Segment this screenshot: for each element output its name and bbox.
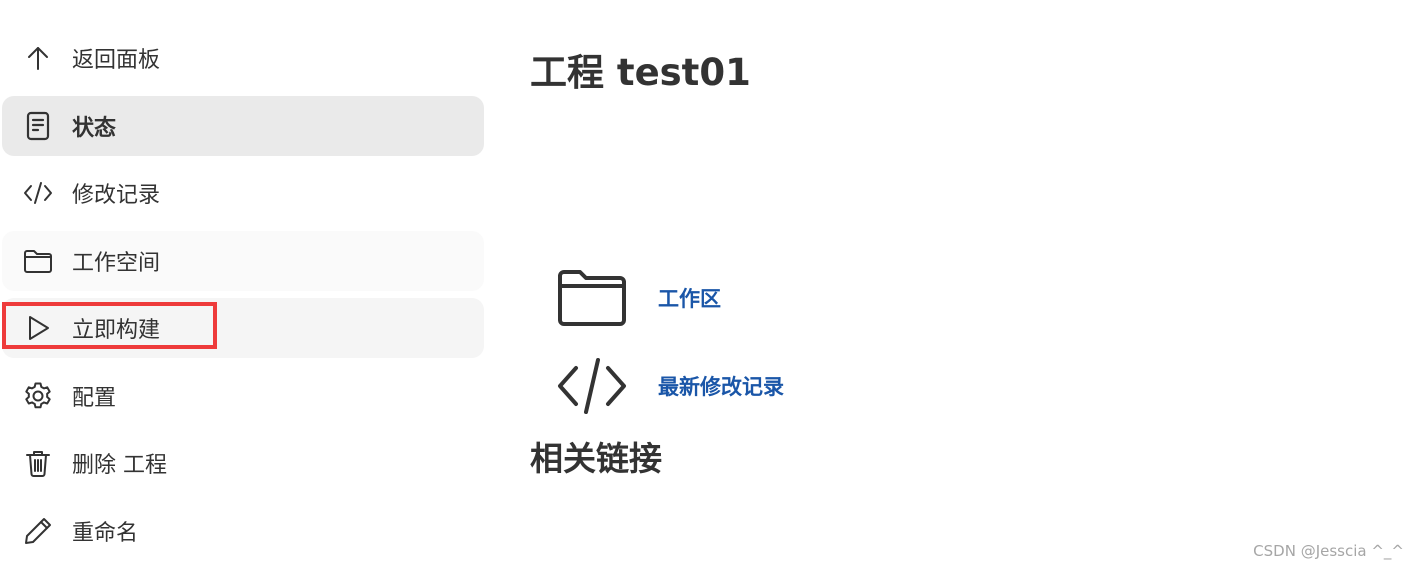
sidebar-item-changes[interactable]: 修改记录 xyxy=(2,163,484,223)
sidebar-item-label: 工作空间 xyxy=(72,250,161,276)
sidebar-item-label: 状态 xyxy=(72,115,117,141)
pencil-icon xyxy=(20,513,56,549)
sidebar-item-label: 修改记录 xyxy=(72,183,161,208)
sidebar-item-back-to-dashboard[interactable]: 返回面板 xyxy=(2,28,484,88)
sidebar-item-status[interactable]: 状态 xyxy=(2,95,484,156)
sidebar-item-delete-project[interactable]: 删除 工程 xyxy=(2,433,484,493)
sidebar: 返回面板 状态 修改记录 工作空间 立即构建 配置 删除 工程 重命名 xyxy=(2,28,484,568)
sidebar-item-configure[interactable]: 配置 xyxy=(2,366,484,426)
sidebar-item-label: 配置 xyxy=(72,385,117,411)
trash-icon xyxy=(20,445,56,481)
related-links-heading: 相关链接 xyxy=(530,439,662,478)
arrow-up-icon xyxy=(20,40,56,76)
sidebar-item-label: 重命名 xyxy=(72,520,139,546)
sidebar-item-rename[interactable]: 重命名 xyxy=(2,501,484,561)
workspace-link[interactable]: 工作区 xyxy=(658,283,721,313)
watermark: CSDN @Jesscia ^_^ xyxy=(1253,542,1404,560)
folder-icon xyxy=(20,243,56,279)
sidebar-item-build-now[interactable]: 立即构建 xyxy=(2,298,484,358)
sidebar-item-label: 删除 工程 xyxy=(72,453,167,478)
code-icon xyxy=(556,356,628,416)
sidebar-item-label: 立即构建 xyxy=(72,318,161,343)
workspace-link-row: 工作区 xyxy=(556,268,721,328)
document-icon xyxy=(20,108,56,144)
gear-icon xyxy=(20,378,56,414)
page-title: 工程 test01 xyxy=(530,51,751,94)
latest-changes-link[interactable]: 最新修改记录 xyxy=(658,371,784,401)
play-icon xyxy=(20,310,56,346)
code-icon xyxy=(20,175,56,211)
sidebar-item-workspace[interactable]: 工作空间 xyxy=(2,230,484,291)
sidebar-item-label: 返回面板 xyxy=(72,48,161,73)
folder-icon xyxy=(556,268,628,328)
page: 返回面板 状态 修改记录 工作空间 立即构建 配置 删除 工程 重命名 工程 t… xyxy=(0,0,1418,568)
changes-link-row: 最新修改记录 xyxy=(556,356,784,416)
